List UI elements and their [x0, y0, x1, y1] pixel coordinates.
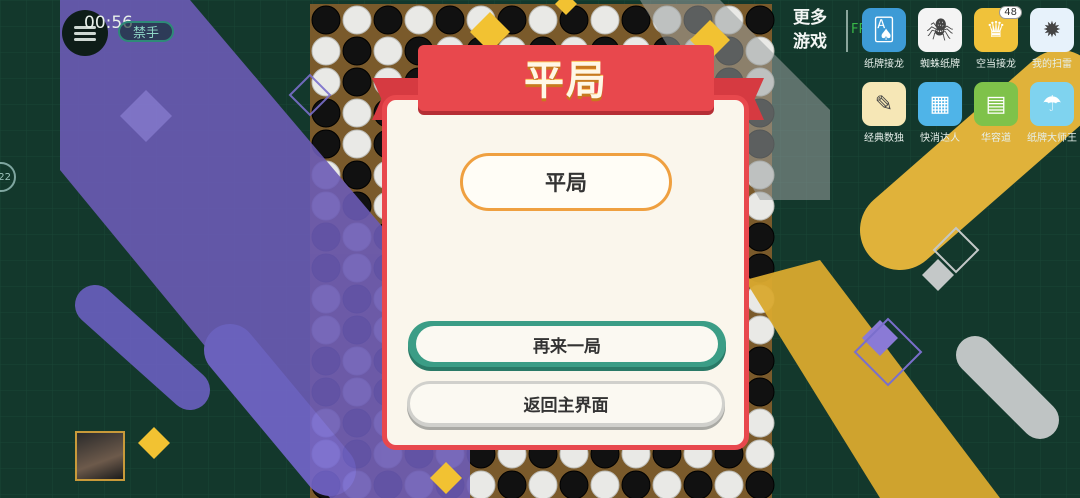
white-stone — [745, 315, 775, 345]
game-tile-label: 纸牌大师王 — [1027, 133, 1077, 144]
back-home-button[interactable]: 返回主界面 — [407, 381, 725, 427]
white-stone — [311, 36, 341, 66]
white-stone — [342, 129, 372, 159]
blocks-icon: ▦ — [918, 82, 962, 126]
game-tile[interactable]: ☂ 纸牌大师王 — [1027, 82, 1077, 144]
game-tile-label: 经典数独 — [864, 133, 904, 144]
black-stone — [745, 222, 775, 252]
white-stone — [714, 470, 744, 498]
white-stone — [404, 5, 434, 35]
play-again-button[interactable]: 再来一局 — [408, 321, 726, 367]
black-stone — [311, 5, 341, 35]
white-stone — [466, 470, 496, 498]
white-stone — [528, 470, 558, 498]
solitaire-icon: 🂡 — [862, 8, 906, 52]
game-tile[interactable]: ♛ 48 空当接龙 — [974, 6, 1022, 70]
beach-cards-icon: ☂ — [1030, 82, 1074, 126]
spider-icon: 🕷 — [918, 8, 962, 52]
forbidden-move-badge[interactable]: 禁手 — [118, 21, 174, 42]
more-games-line2: 游戏 — [793, 32, 827, 52]
game-tile[interactable]: ▤ 华容道 — [974, 82, 1018, 144]
black-stone — [621, 5, 651, 35]
game-count-badge: 48 — [999, 6, 1022, 19]
game-tile-label: 华容道 — [981, 133, 1011, 144]
car-puzzle-icon: ▤ — [974, 82, 1018, 126]
black-stone — [373, 5, 403, 35]
black-stone — [342, 67, 372, 97]
black-stone — [311, 98, 341, 128]
game-tile[interactable]: ▦ 快消达人 — [918, 82, 962, 144]
game-tile-label: 纸牌接龙 — [864, 59, 904, 70]
divider — [846, 10, 848, 52]
game-tile-label: 快消达人 — [920, 133, 960, 144]
more-games-line1: 更多 — [793, 8, 827, 28]
white-stone — [590, 470, 620, 498]
white-stone — [528, 5, 558, 35]
black-stone — [683, 470, 713, 498]
black-stone — [745, 377, 775, 407]
black-stone — [621, 470, 651, 498]
white-stone — [745, 439, 775, 469]
black-stone — [559, 470, 589, 498]
play-again-label: 再来一局 — [416, 326, 718, 362]
black-stone — [745, 5, 775, 35]
sudoku-icon: ✎ — [862, 82, 906, 126]
game-tile[interactable]: 🕷 蜘蛛纸牌 — [918, 8, 962, 70]
white-stone — [590, 5, 620, 35]
game-tile[interactable]: ✎ 经典数独 — [862, 82, 906, 144]
back-home-label: 返回主界面 — [410, 384, 722, 423]
game-tile[interactable]: 🂡 纸牌接龙 — [862, 8, 906, 70]
black-stone — [342, 160, 372, 190]
game-tile[interactable]: ✹ 我的扫雷 — [1030, 8, 1074, 70]
white-stone — [745, 408, 775, 438]
result-text: 平局 — [460, 153, 672, 211]
black-stone — [435, 5, 465, 35]
player-avatar[interactable] — [75, 431, 125, 481]
mine-icon: ✹ — [1030, 8, 1074, 52]
game-tile-label: 蜘蛛纸牌 — [920, 59, 960, 70]
white-stone — [342, 5, 372, 35]
white-stone — [373, 36, 403, 66]
black-stone — [342, 36, 372, 66]
more-games-label[interactable]: 更多 游戏 — [793, 6, 827, 54]
black-stone — [497, 470, 527, 498]
game-tile-label: 我的扫雷 — [1032, 59, 1072, 70]
white-stone — [342, 98, 372, 128]
white-stone — [652, 470, 682, 498]
game-tile-label: 空当接龙 — [976, 59, 1016, 70]
dialog-title: 平局 — [524, 58, 608, 104]
crown-card-icon: ♛ 48 — [974, 6, 1022, 52]
black-stone — [745, 346, 775, 376]
black-stone — [745, 470, 775, 498]
